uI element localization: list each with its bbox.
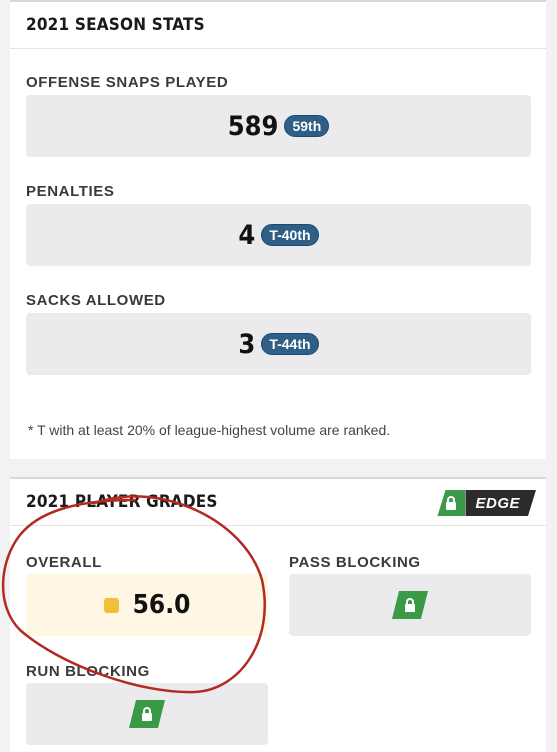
sacks-allowed-rank-badge: T-44th [261,333,319,355]
overall-grade-label: OVERALL [26,554,102,571]
season-stats-header: 2021 SEASON STATS [10,2,546,49]
run-blocking-label: RUN BLOCKING [26,663,150,680]
overall-grade-value: 56.0 [132,590,191,620]
sacks-allowed-box: 3 T-44th [26,313,531,375]
lock-icon [437,490,466,516]
pass-blocking-box[interactable] [289,574,531,636]
sacks-allowed-label: SACKS ALLOWED [26,292,166,309]
offense-snaps-value: 589 [227,110,279,142]
run-blocking-box[interactable] [26,683,268,745]
offense-snaps-label: OFFENSE SNAPS PLAYED [26,74,229,91]
offense-snaps-box: 589 59th [26,95,531,157]
penalties-box: 4 T-40th [26,204,531,266]
player-grades-header: 2021 PLAYER GRADES EDGE [10,479,546,526]
offense-snaps-rank-badge: 59th [284,115,330,137]
grade-color-indicator [103,597,119,613]
sacks-allowed-value: 3 [238,328,256,360]
season-stats-title: 2021 SEASON STATS [26,15,205,35]
lock-icon [129,700,165,728]
season-stats-card: 2021 SEASON STATS OFFENSE SNAPS PLAYED 5… [10,0,546,459]
pass-blocking-label: PASS BLOCKING [289,554,421,571]
penalties-label: PENALTIES [26,183,115,200]
ranking-footnote: * T with at least 20% of league-highest … [28,422,391,438]
lock-icon [392,591,428,619]
player-grades-card: 2021 PLAYER GRADES EDGE OVERALL 56.0 PAS… [10,477,546,752]
penalties-rank-badge: T-40th [261,224,319,246]
edge-position-badge[interactable]: EDGE [437,490,536,516]
edge-label: EDGE [465,490,536,516]
overall-grade-box: 56.0 [26,574,268,636]
penalties-value: 4 [238,219,256,251]
player-grades-title: 2021 PLAYER GRADES [26,492,218,512]
